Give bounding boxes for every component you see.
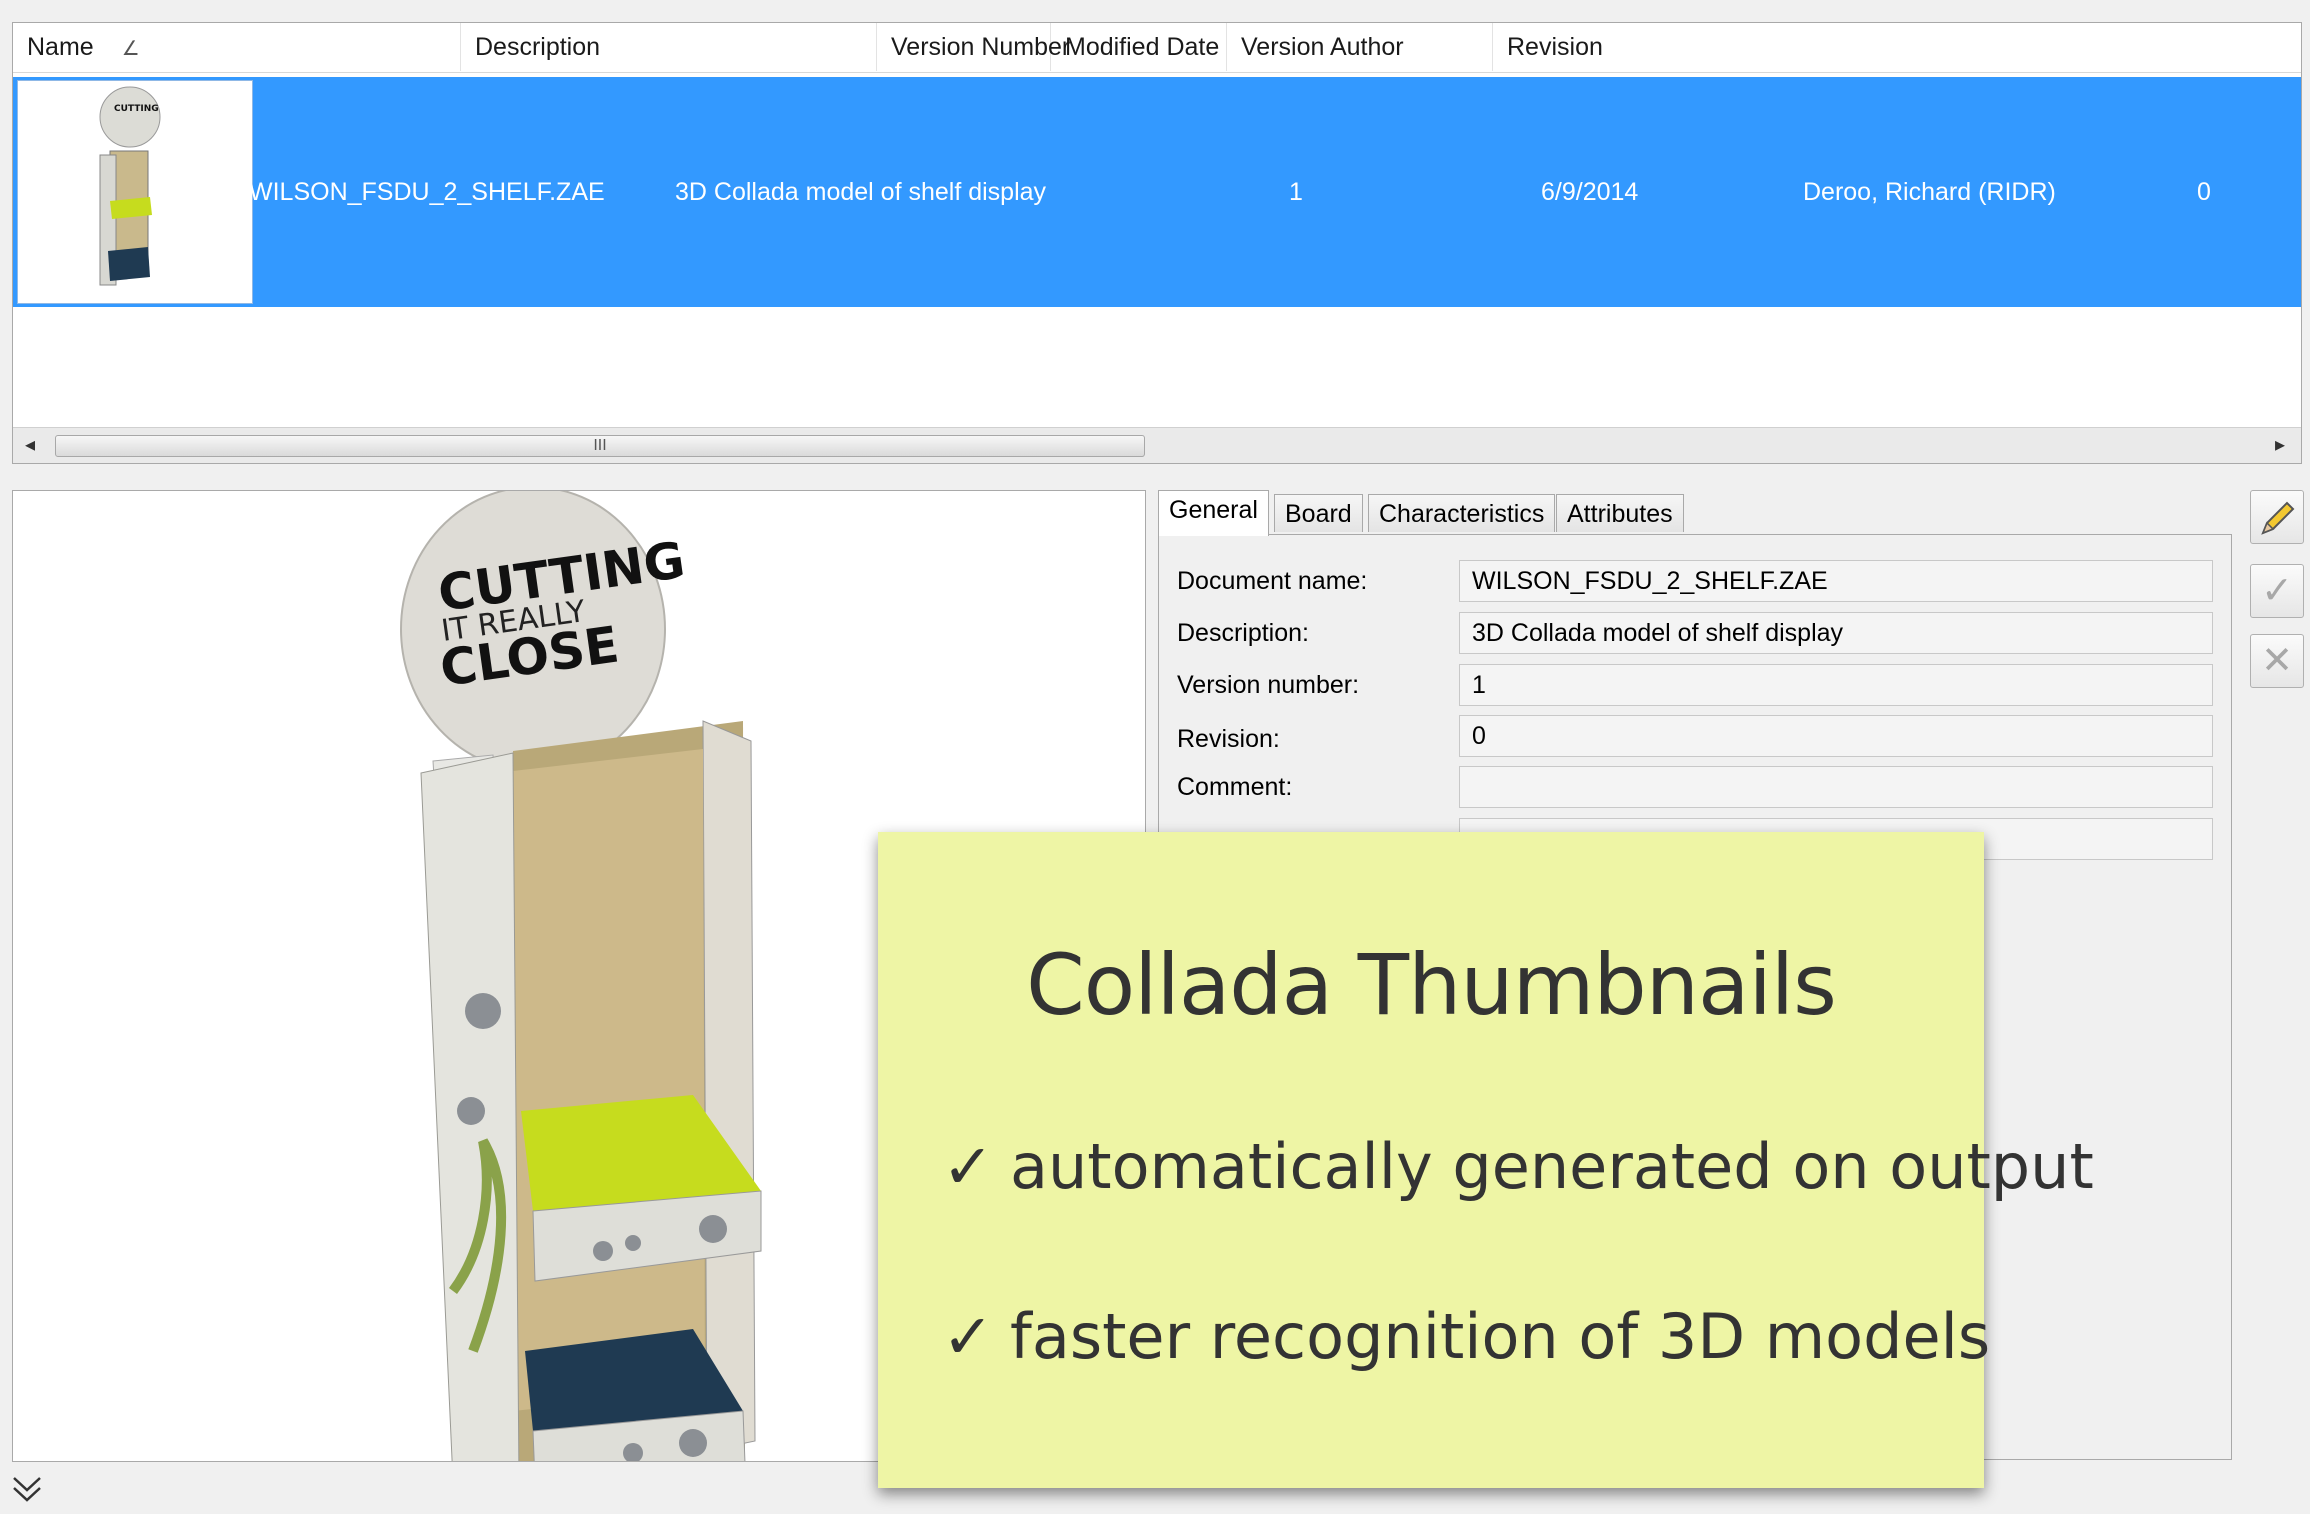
sort-indicator-icon: ∠ — [121, 38, 140, 60]
tab-board[interactable]: Board — [1274, 494, 1363, 532]
callout-item-text: automatically generated on output — [1010, 1130, 2094, 1203]
column-header-version-number[interactable]: Version Number — [877, 23, 1070, 71]
column-header-modified-date[interactable]: Modified Date — [1051, 23, 1227, 71]
tab-label: General — [1169, 496, 1258, 524]
document-grid: Name ∠ Description Version Number Modifie… — [12, 22, 2302, 464]
tab-label: Characteristics — [1379, 500, 1545, 528]
description-label: Description: — [1177, 619, 1309, 647]
revision-label: Revision: — [1177, 725, 1280, 753]
column-header-label: Version Number — [891, 33, 1071, 61]
close-icon: ✕ — [2261, 640, 2293, 682]
version-number-label: Version number: — [1177, 671, 1360, 699]
checkmark-icon: ✓ — [942, 1130, 994, 1203]
revision-field[interactable]: 0 — [1459, 715, 2213, 757]
cancel-button[interactable]: ✕ — [2250, 634, 2304, 688]
row-description: 3D Collada model of shelf display — [675, 178, 1047, 206]
comment-field[interactable] — [1459, 766, 2213, 808]
column-header-label: Revision — [1507, 33, 1603, 61]
tab-general[interactable]: General — [1158, 490, 1269, 536]
scroll-left-icon[interactable]: ◂ — [25, 432, 35, 457]
tab-attributes[interactable]: Attributes — [1556, 494, 1684, 532]
comment-label: Comment: — [1177, 773, 1293, 801]
row-modified-date: 6/9/2014 — [1541, 178, 1639, 206]
table-row[interactable]: CUTTING WILSON_FSDU_2_SHELF.ZAE 3D Colla… — [13, 77, 2301, 307]
apply-button[interactable]: ✓ — [2250, 564, 2304, 618]
row-thumbnail: CUTTING — [17, 80, 253, 304]
feature-callout: Collada Thumbnails ✓ automatically genera… — [878, 832, 2094, 1488]
scroll-right-icon[interactable]: ▸ — [2275, 432, 2285, 457]
pencil-icon — [2255, 496, 2299, 538]
tab-label: Attributes — [1567, 500, 1673, 528]
collapse-chevron-icon[interactable] — [10, 1472, 44, 1514]
checkmark-icon: ✓ — [2261, 570, 2293, 612]
row-version-number: 1 — [1289, 178, 1303, 206]
column-header-version-author[interactable]: Version Author — [1227, 23, 1493, 71]
callout-item: ✓ faster recognition of 3D models — [942, 1300, 1990, 1373]
column-header-label: Modified Date — [1065, 33, 1220, 61]
document-name-label: Document name: — [1177, 567, 1368, 595]
column-header-label: Name — [27, 33, 94, 61]
column-header-label: Description — [475, 33, 601, 61]
column-header-description[interactable]: Description — [461, 23, 877, 71]
row-revision: 0 — [2197, 178, 2211, 206]
column-header-name[interactable]: Name ∠ — [13, 23, 461, 71]
callout-item-text: faster recognition of 3D models — [1010, 1300, 1991, 1373]
grid-header: Name ∠ Description Version Number Modifie… — [13, 23, 2301, 73]
row-name: WILSON_FSDU_2_SHELF.ZAE — [249, 178, 605, 206]
edit-button[interactable] — [2250, 490, 2304, 544]
scroll-grip: III — [593, 437, 607, 454]
checkmark-icon: ✓ — [942, 1300, 994, 1373]
tab-label: Board — [1285, 500, 1352, 528]
document-name-field[interactable]: WILSON_FSDU_2_SHELF.ZAE — [1459, 560, 2213, 602]
column-header-revision[interactable]: Revision — [1493, 23, 2301, 71]
column-header-label: Version Author — [1241, 33, 1404, 61]
callout-title: Collada Thumbnails — [1026, 936, 1837, 1034]
version-number-field[interactable]: 1 — [1459, 664, 2213, 706]
callout-item: ✓ automatically generated on output — [942, 1130, 2094, 1203]
svg-text:CUTTING: CUTTING — [114, 104, 159, 114]
horizontal-scrollbar[interactable]: ◂ III ▸ — [13, 427, 2301, 463]
row-version-author: Deroo, Richard (RIDR) — [1803, 178, 2056, 206]
scrollbar-thumb[interactable]: III — [55, 435, 1145, 457]
description-field[interactable]: 3D Collada model of shelf display — [1459, 612, 2213, 654]
tab-characteristics[interactable]: Characteristics — [1368, 494, 1556, 532]
